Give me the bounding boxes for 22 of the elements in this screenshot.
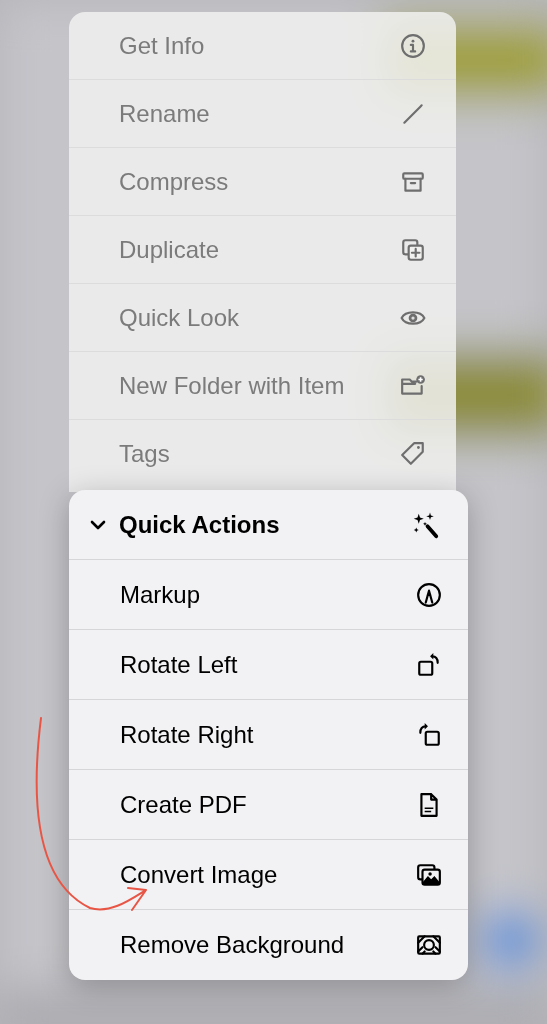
remove-background-icon	[416, 932, 442, 958]
menu-item[interactable]: Duplicate	[69, 216, 456, 284]
rotate-left-icon	[416, 651, 442, 678]
section-header[interactable]: Quick Actions	[69, 490, 468, 560]
markup-pen-icon	[416, 581, 442, 608]
rotate-right-icon	[416, 721, 442, 748]
menu-item[interactable]: Convert Image	[69, 840, 468, 910]
menu-item[interactable]: Rotate Right	[69, 700, 468, 770]
menu-item[interactable]: Create PDF	[69, 770, 468, 840]
tag-icon	[400, 441, 426, 467]
menu-item[interactable]: Tags	[69, 420, 456, 488]
menu-item[interactable]: Rename	[69, 80, 456, 148]
menu-item[interactable]: Compress	[69, 148, 456, 216]
menu-item[interactable]: New Folder with Item	[69, 352, 456, 420]
menu-item[interactable]: Remove Background	[69, 910, 468, 980]
menu-item[interactable]: Get Info	[69, 12, 456, 80]
info-icon	[400, 32, 426, 59]
photos-icon	[416, 861, 442, 888]
duplicate-icon	[400, 236, 426, 263]
menu-item[interactable]: Rotate Left	[69, 630, 468, 700]
menu-item[interactable]: Markup	[69, 560, 468, 630]
menu-item[interactable]: Quick Look	[69, 284, 456, 352]
